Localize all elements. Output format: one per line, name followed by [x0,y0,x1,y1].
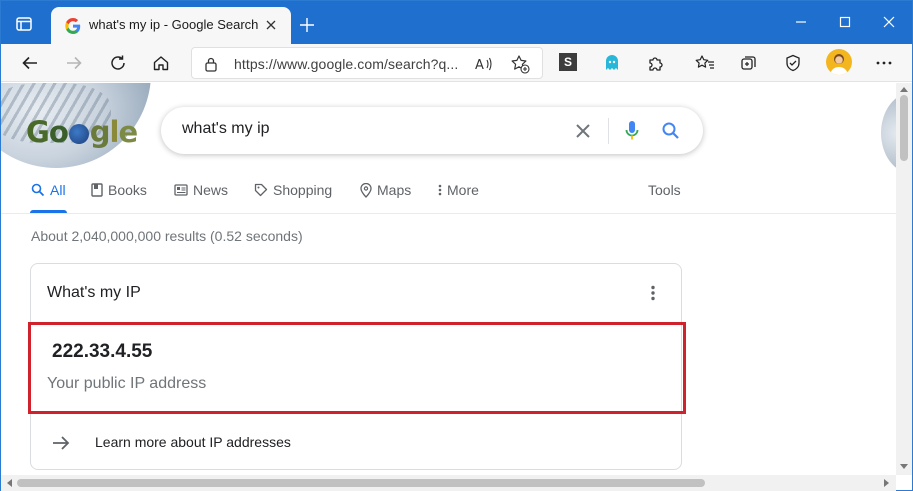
map-pin-icon [360,182,372,198]
vertical-scroll-thumb[interactable] [900,95,908,161]
tab-maps[interactable]: Maps [360,181,411,199]
favorites-icon[interactable] [692,50,718,76]
tab-books-label: Books [108,182,147,198]
tab-news[interactable]: News [174,181,228,199]
svg-text:A: A [475,58,484,73]
tab-maps-label: Maps [377,182,412,198]
google-favicon-icon [65,18,81,34]
url-text[interactable]: https://www.google.com/search?q... [234,56,464,72]
read-aloud-icon[interactable]: A [474,54,494,74]
home-icon[interactable] [148,50,174,76]
more-vertical-icon [438,184,442,196]
book-icon [91,183,103,197]
title-bar: what's my ip - Google Search [1,1,912,44]
search-icon [31,183,45,197]
active-tab-indicator [30,210,67,213]
tools-label: Tools [648,182,681,198]
result-stats: About 2,040,000,000 results (0.52 second… [31,228,303,244]
tag-icon [254,183,268,197]
scroll-right-icon[interactable] [881,477,893,489]
card-title: What's my IP [47,284,141,301]
tab-close-icon[interactable] [263,17,279,33]
back-arrow-icon[interactable] [17,50,43,76]
search-tabs: All Books News Shopping Maps More Tools [1,173,896,214]
tab-shopping[interactable]: Shopping [254,181,332,199]
horizontal-scrollbar[interactable] [1,475,896,491]
extension-s-icon[interactable]: S [559,53,577,71]
refresh-icon[interactable] [105,50,131,76]
new-tab-icon[interactable] [297,15,317,35]
tab-actions-menu-icon[interactable] [14,14,34,34]
voice-search-icon[interactable] [620,119,644,143]
profile-avatar[interactable] [826,49,852,75]
clear-search-icon[interactable] [571,119,595,143]
scroll-left-icon[interactable] [3,477,15,489]
ip-highlight-box [28,322,686,414]
search-submit-icon[interactable] [659,119,683,143]
settings-more-icon[interactable] [871,50,897,76]
collections-icon[interactable] [736,50,762,76]
search-query[interactable]: what's my ip [182,120,270,138]
tab-all[interactable]: All [31,181,66,199]
learn-more-link[interactable]: Learn more about IP addresses [31,426,681,460]
card-more-options-icon[interactable] [643,282,663,304]
vertical-scrollbar[interactable] [896,83,912,475]
scroll-up-icon[interactable] [898,83,910,95]
learn-more-text: Learn more about IP addresses [95,434,291,450]
doodle-globe-image [881,93,896,173]
browser-tab[interactable]: what's my ip - Google Search [51,7,291,44]
scroll-down-icon[interactable] [898,461,910,473]
tab-news-label: News [193,182,229,198]
tools-button[interactable]: Tools [648,181,681,199]
horizontal-scroll-thumb[interactable] [17,479,705,487]
address-bar[interactable]: https://www.google.com/search?q... A [191,47,543,79]
extensions-puzzle-icon[interactable] [643,50,669,76]
tab-more[interactable]: More [438,181,479,199]
news-icon [174,184,188,196]
tab-all-label: All [50,182,66,198]
minimize-icon[interactable] [789,11,813,33]
forward-arrow-icon[interactable] [61,50,87,76]
page-content: Go gle what's my ip All Books News Shopp… [1,83,896,475]
add-favorite-icon[interactable] [510,54,530,74]
arrow-right-icon [49,431,73,455]
tab-title: what's my ip - Google Search [89,17,259,32]
search-divider [608,118,609,144]
tab-shopping-label: Shopping [273,182,333,198]
browser-essentials-icon[interactable] [780,50,806,76]
tab-more-label: More [447,182,479,198]
browser-toolbar: https://www.google.com/search?q... A S [1,44,912,82]
maximize-icon[interactable] [833,11,857,33]
google-logo[interactable]: Go gle [26,115,138,149]
browser-window: what's my ip - Google Search https://www… [0,0,913,491]
ghost-extension-icon[interactable] [599,50,625,76]
search-box[interactable]: what's my ip [161,107,703,154]
tab-books[interactable]: Books [91,181,147,199]
lock-icon[interactable] [204,56,218,77]
close-window-icon[interactable] [877,11,901,33]
